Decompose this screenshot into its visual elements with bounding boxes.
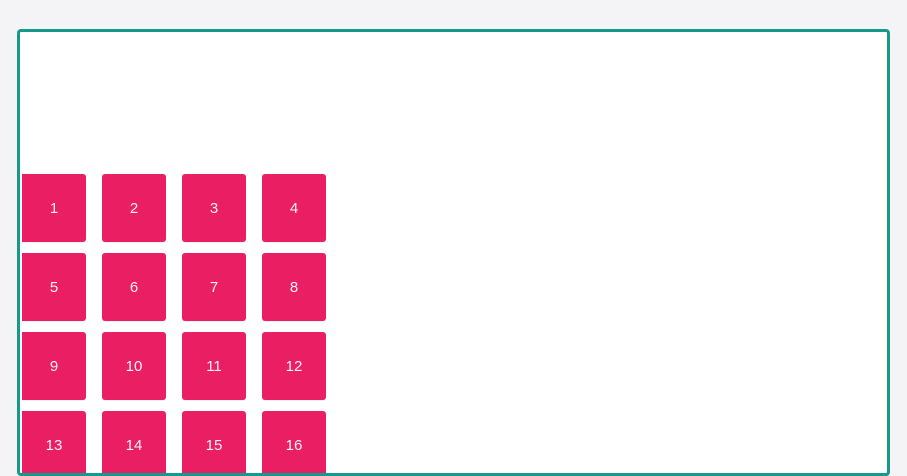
grid-item-1[interactable]: 1 <box>22 174 86 242</box>
grid-item-2[interactable]: 2 <box>102 174 166 242</box>
grid-item-10[interactable]: 10 <box>102 332 166 400</box>
grid-item-6[interactable]: 6 <box>102 253 166 321</box>
grid-item-14[interactable]: 14 <box>102 411 166 473</box>
grid-item-5[interactable]: 5 <box>22 253 86 321</box>
grid-item-16[interactable]: 16 <box>262 411 326 473</box>
grid-item-15[interactable]: 15 <box>182 411 246 473</box>
grid-item-7[interactable]: 7 <box>182 253 246 321</box>
grid-item-9[interactable]: 9 <box>22 332 86 400</box>
grid-item-11[interactable]: 11 <box>182 332 246 400</box>
grid-item-8[interactable]: 8 <box>262 253 326 321</box>
grid-item-4[interactable]: 4 <box>262 174 326 242</box>
grid-item-12[interactable]: 12 <box>262 332 326 400</box>
grid-item-3[interactable]: 3 <box>182 174 246 242</box>
tile-grid: 1 2 3 4 5 6 7 8 9 10 11 12 13 14 15 16 <box>22 174 326 473</box>
grid-container: 1 2 3 4 5 6 7 8 9 10 11 12 13 14 15 16 <box>17 29 890 476</box>
grid-item-13[interactable]: 13 <box>22 411 86 473</box>
